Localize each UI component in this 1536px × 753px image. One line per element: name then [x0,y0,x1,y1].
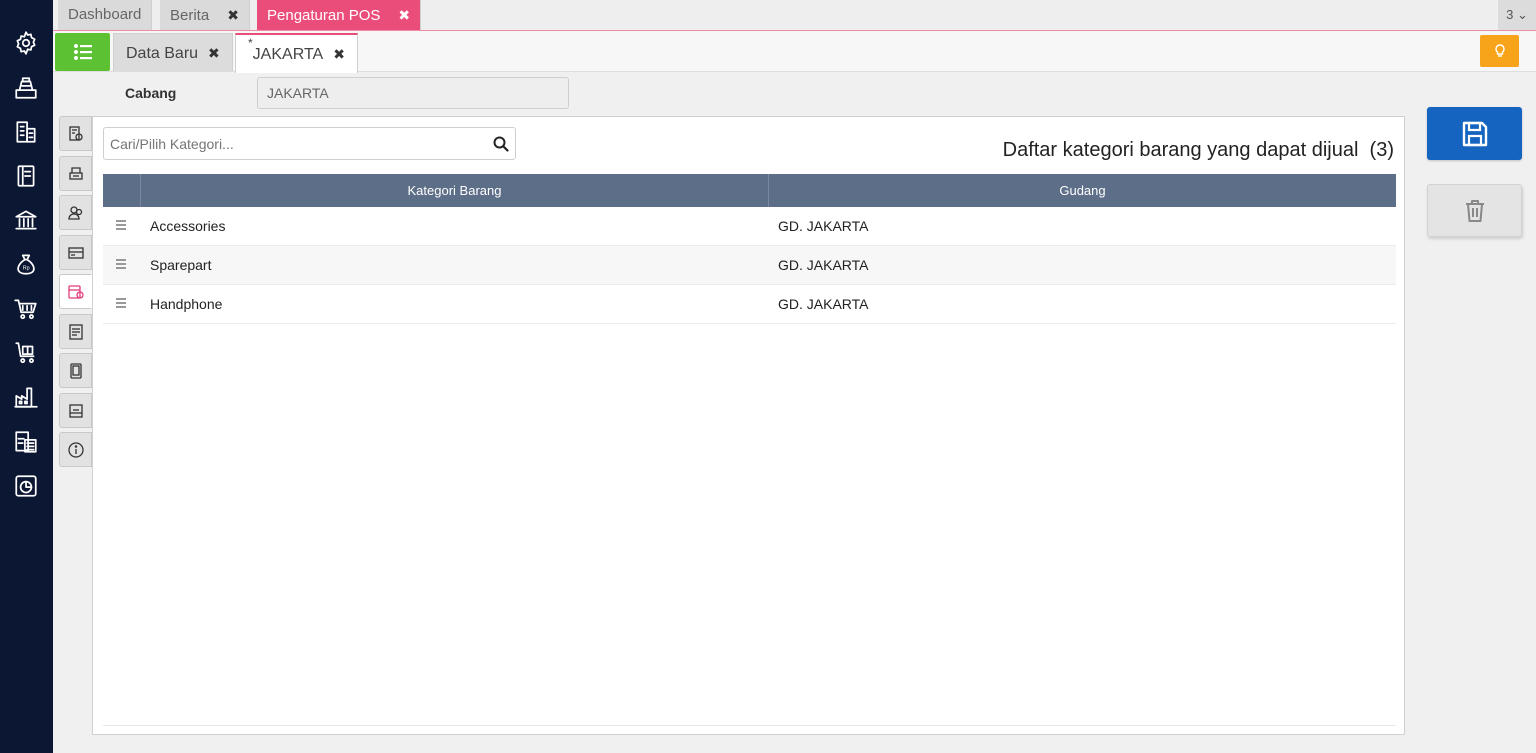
close-icon[interactable]: ✖ [227,7,239,23]
category-search [103,127,516,160]
report-chart-icon[interactable] [12,472,40,500]
device-icon[interactable] [59,353,92,388]
trash-icon [1465,199,1484,222]
column-header-kategori[interactable]: Kategori Barang [140,174,768,207]
kategori-cell: Sparepart [150,257,212,273]
list-menu-button[interactable] [55,33,110,71]
close-icon[interactable]: ✖ [398,7,410,23]
building-icon[interactable] [12,118,40,146]
main-sidebar: Rp [0,0,53,753]
display-icon[interactable] [59,393,92,428]
cart-box-icon[interactable] [12,339,40,367]
column-header-gudang[interactable]: Gudang [768,174,1396,207]
users-icon[interactable] [59,195,92,230]
table-row[interactable]: Sparepart GD. JAKARTA [103,246,1396,285]
top-tab-bar: Dashboard Berita ✖ Pengaturan POS ✖ 3 ⌄ [53,0,1536,31]
document-tab-bar: Data Baru ✖ *JAKARTA ✖ [53,31,1536,73]
search-input[interactable] [104,128,484,159]
cabang-field[interactable] [257,77,569,109]
pos-settings-icon[interactable] [59,116,92,151]
tab-jakarta[interactable]: *JAKARTA ✖ [235,33,358,73]
drag-handle-icon[interactable] [116,259,126,271]
hint-button[interactable] [1480,35,1519,67]
chevron-down-icon: ⌄ [1516,7,1528,22]
table-row[interactable]: Handphone GD. JAKARTA [103,285,1396,324]
kategori-cell: Handphone [150,296,223,312]
list-count: (3) [1369,139,1394,161]
category-panel: Daftar kategori barang yang dapat dijual… [92,116,1405,735]
tax-document-icon[interactable] [12,428,40,456]
svg-text:Rp: Rp [23,265,30,271]
list-title: Daftar kategori barang yang dapat dijual… [1003,139,1394,162]
table-header: Kategori Barang Gudang [103,174,1396,207]
cart-icon[interactable] [12,295,40,323]
delete-button[interactable] [1427,184,1522,237]
receipt-icon[interactable] [59,314,92,349]
lightbulb-icon [1494,44,1505,57]
tab-pengaturan-pos[interactable]: Pengaturan POS ✖ [257,0,422,30]
gudang-cell: GD. JAKARTA [778,257,869,273]
save-icon [1462,121,1487,146]
list-icon [73,44,92,60]
cashier-icon[interactable] [12,74,40,102]
ledger-icon[interactable] [12,162,40,190]
tab-label: Pengaturan POS [267,7,381,24]
tab-label: Data Baru [126,45,199,62]
tab-label: Dashboard [68,6,142,23]
gear-icon[interactable] [12,29,40,57]
cabang-label: Cabang [125,85,177,101]
list-title-text: Daftar kategori barang yang dapat dijual [1002,139,1359,161]
tab-count: 3 [1506,7,1514,22]
search-icon[interactable] [492,135,510,153]
tab-label: JAKARTA [252,46,324,63]
tab-data-baru[interactable]: Data Baru ✖ [113,33,233,71]
factory-icon[interactable] [12,383,40,411]
printer-icon[interactable] [59,156,92,191]
payment-icon[interactable] [59,235,92,270]
gudang-cell: GD. JAKARTA [778,218,869,234]
tab-count-dropdown[interactable]: 3 ⌄ [1498,0,1536,30]
gudang-cell: GD. JAKARTA [778,296,869,312]
drag-handle-icon[interactable] [116,220,126,232]
save-button[interactable] [1427,107,1522,160]
table-row[interactable]: Accessories GD. JAKARTA [103,207,1396,246]
close-icon[interactable]: ✖ [208,45,220,61]
money-bag-icon[interactable]: Rp [12,250,40,278]
category-icon[interactable] [59,274,92,309]
kategori-cell: Accessories [150,218,226,234]
tab-berita[interactable]: Berita ✖ [160,0,250,30]
table-bottom-border [103,725,1396,726]
drag-handle-icon[interactable] [116,298,126,310]
bank-icon[interactable] [12,206,40,234]
tab-dashboard[interactable]: Dashboard [58,0,153,30]
tab-label: Berita [170,7,210,24]
close-icon[interactable]: ✖ [333,46,345,62]
info-icon[interactable] [59,432,92,467]
